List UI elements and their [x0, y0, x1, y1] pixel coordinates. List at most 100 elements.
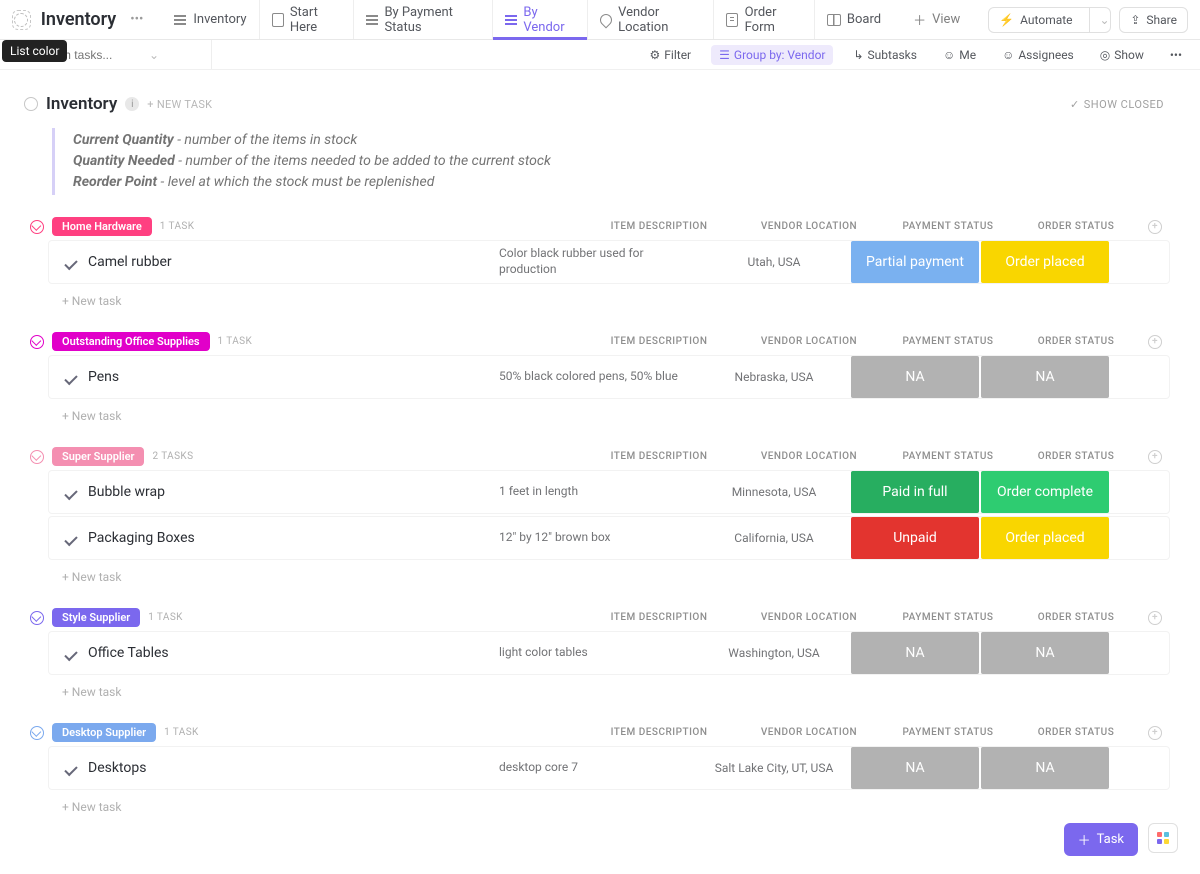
new-task-button[interactable]: + New task	[62, 401, 1170, 425]
column-header-desc[interactable]: ITEM DESCRIPTION	[584, 612, 734, 623]
row-name[interactable]: Office Tables	[88, 645, 169, 661]
filter-button[interactable]: ⚙Filter	[644, 45, 698, 65]
table-row[interactable]: Office Tables light color tablesWashingto…	[48, 631, 1170, 675]
group-pill[interactable]: Style Supplier	[52, 608, 140, 627]
task-fab[interactable]: ＋Task	[1064, 823, 1138, 856]
tab-order-form[interactable]: Order Form	[714, 0, 815, 39]
show-button[interactable]: ◎Show	[1094, 45, 1150, 65]
table-row[interactable]: Camel rubber Color black rubber used for …	[48, 240, 1170, 284]
assignees-button[interactable]: ☺Assignees	[996, 45, 1080, 65]
info-icon[interactable]: i	[125, 97, 139, 111]
add-view-button[interactable]: ＋View	[901, 0, 972, 39]
show-closed-button[interactable]: ✓SHOW CLOSED	[1064, 95, 1170, 114]
row-order-status[interactable]: Order placed	[981, 517, 1109, 559]
row-order-status[interactable]: NA	[981, 356, 1109, 398]
column-header-loc[interactable]: VENDOR LOCATION	[734, 612, 884, 623]
automate-button[interactable]: ⚡Automate ⌄	[988, 7, 1111, 33]
check-icon[interactable]	[63, 370, 78, 385]
tab-by-payment-status[interactable]: By Payment Status	[354, 0, 493, 39]
table-row[interactable]: Pens 50% black colored pens, 50% blueNebr…	[48, 355, 1170, 399]
column-header-ord[interactable]: ORDER STATUS	[1012, 336, 1140, 347]
row-description[interactable]: light color tables	[499, 632, 699, 674]
tab-inventory[interactable]: Inventory	[161, 0, 259, 39]
group-toggle[interactable]	[30, 450, 44, 464]
column-header-desc[interactable]: ITEM DESCRIPTION	[584, 727, 734, 738]
row-location[interactable]: Salt Lake City, UT, USA	[699, 747, 849, 789]
tab-start-here[interactable]: Start Here	[260, 0, 355, 39]
new-task-button[interactable]: + New task	[62, 562, 1170, 586]
row-description[interactable]: desktop core 7	[499, 747, 699, 789]
add-column-button[interactable]: +	[1140, 611, 1170, 625]
row-order-status[interactable]: Order complete	[981, 471, 1109, 513]
chevron-down-icon[interactable]: ⌄	[149, 48, 159, 62]
column-header-loc[interactable]: VENDOR LOCATION	[734, 451, 884, 462]
column-header-ord[interactable]: ORDER STATUS	[1012, 451, 1140, 462]
group-pill[interactable]: Desktop Supplier	[52, 723, 156, 742]
column-header-loc[interactable]: VENDOR LOCATION	[734, 336, 884, 347]
apps-fab[interactable]	[1148, 823, 1178, 853]
table-row[interactable]: Desktops desktop core 7Salt Lake City, UT…	[48, 746, 1170, 790]
table-row[interactable]: Bubble wrap 1 feet in lengthMinnesota, US…	[48, 470, 1170, 514]
groupby-button[interactable]: ☰Group by: Vendor	[711, 45, 833, 65]
column-header-loc[interactable]: VENDOR LOCATION	[734, 221, 884, 232]
row-order-status[interactable]: Order placed	[981, 241, 1109, 283]
add-column-button[interactable]: +	[1140, 726, 1170, 740]
check-icon[interactable]	[63, 646, 78, 661]
row-location[interactable]: Minnesota, USA	[699, 471, 849, 513]
row-description[interactable]: 50% black colored pens, 50% blue	[499, 356, 699, 398]
column-header-pay[interactable]: PAYMENT STATUS	[884, 221, 1012, 232]
row-name[interactable]: Camel rubber	[88, 254, 172, 270]
tab-by-vendor[interactable]: By Vendor	[493, 0, 588, 39]
me-button[interactable]: ☺Me	[937, 45, 982, 65]
row-name[interactable]: Bubble wrap	[88, 484, 165, 500]
column-header-pay[interactable]: PAYMENT STATUS	[884, 612, 1012, 623]
share-button[interactable]: ⇪Share	[1119, 7, 1188, 33]
add-column-button[interactable]: +	[1140, 220, 1170, 234]
tab-vendor-location[interactable]: Vendor Location	[588, 0, 715, 39]
row-location[interactable]: California, USA	[699, 517, 849, 559]
add-column-button[interactable]: +	[1140, 335, 1170, 349]
subtasks-button[interactable]: ↳Subtasks	[847, 45, 922, 65]
row-payment-status[interactable]: Paid in full	[851, 471, 979, 513]
check-icon[interactable]	[63, 531, 78, 546]
column-header-ord[interactable]: ORDER STATUS	[1012, 727, 1140, 738]
row-payment-status[interactable]: NA	[851, 632, 979, 674]
check-icon[interactable]	[63, 485, 78, 500]
status-circle-icon[interactable]	[24, 97, 38, 111]
table-row[interactable]: Packaging Boxes 12" by 12" brown boxCalif…	[48, 516, 1170, 560]
row-description[interactable]: 1 feet in length	[499, 471, 699, 513]
group-toggle[interactable]	[30, 726, 44, 740]
row-order-status[interactable]: NA	[981, 632, 1109, 674]
row-location[interactable]: Nebraska, USA	[699, 356, 849, 398]
check-icon[interactable]	[63, 255, 78, 270]
more-icon[interactable]: •••	[126, 12, 147, 27]
row-payment-status[interactable]: NA	[851, 356, 979, 398]
row-name[interactable]: Desktops	[88, 760, 146, 776]
column-header-desc[interactable]: ITEM DESCRIPTION	[584, 336, 734, 347]
column-header-loc[interactable]: VENDOR LOCATION	[734, 727, 884, 738]
group-pill[interactable]: Outstanding Office Supplies	[52, 332, 210, 351]
group-toggle[interactable]	[30, 220, 44, 234]
row-description[interactable]: Color black rubber used for production	[499, 241, 699, 283]
row-order-status[interactable]: NA	[981, 747, 1109, 789]
group-pill[interactable]: Home Hardware	[52, 217, 152, 236]
column-header-desc[interactable]: ITEM DESCRIPTION	[584, 221, 734, 232]
list-color-button[interactable]	[12, 10, 31, 30]
row-payment-status[interactable]: NA	[851, 747, 979, 789]
row-location[interactable]: Washington, USA	[699, 632, 849, 674]
column-header-desc[interactable]: ITEM DESCRIPTION	[584, 451, 734, 462]
new-task-header-button[interactable]: + NEW TASK	[147, 98, 212, 111]
group-toggle[interactable]	[30, 611, 44, 625]
row-location[interactable]: Utah, USA	[699, 241, 849, 283]
column-header-pay[interactable]: PAYMENT STATUS	[884, 727, 1012, 738]
new-task-button[interactable]: + New task	[62, 286, 1170, 310]
group-toggle[interactable]	[30, 335, 44, 349]
row-name[interactable]: Packaging Boxes	[88, 530, 195, 546]
add-column-button[interactable]: +	[1140, 450, 1170, 464]
tab-board[interactable]: Board	[815, 0, 893, 39]
row-name[interactable]: Pens	[88, 369, 119, 385]
column-header-ord[interactable]: ORDER STATUS	[1012, 221, 1140, 232]
column-header-ord[interactable]: ORDER STATUS	[1012, 612, 1140, 623]
new-task-button[interactable]: + New task	[62, 792, 1170, 816]
row-description[interactable]: 12" by 12" brown box	[499, 517, 699, 559]
